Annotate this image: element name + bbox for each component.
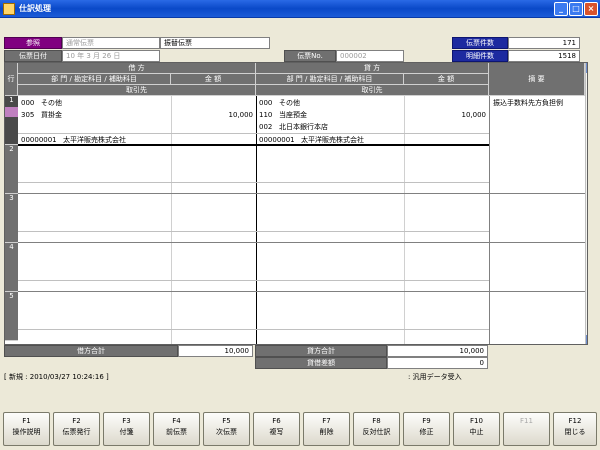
debit-total-value: 10,000 <box>178 345 253 357</box>
credit-account-name: 当座預金 <box>279 111 307 119</box>
f5-next-voucher-button[interactable]: F5 次伝票 <box>203 412 250 446</box>
debit-dept-name: その他 <box>41 99 62 107</box>
credit-amount[interactable]: 10,000 <box>406 110 487 120</box>
row3-partner-line <box>18 231 489 232</box>
app-icon <box>3 3 15 15</box>
maximize-button[interactable]: □ <box>569 2 583 16</box>
f10-cancel-button[interactable]: F10 中止 <box>453 412 500 446</box>
journal-grid: 行 借 方 部 門 / 勘定科目 / 補助科目 金 額 取引先 貸 方 部 門 … <box>4 62 588 345</box>
debit-partner-code[interactable]: 00000001 <box>21 135 57 145</box>
row4-partner-line <box>18 280 489 281</box>
credit-memo-divider <box>489 96 490 344</box>
row-separator-2 <box>18 193 585 194</box>
debit-account-name: 買掛金 <box>41 111 62 119</box>
difference-value: 0 <box>387 357 488 369</box>
credit-dept-account-header: 部 門 / 勘定科目 / 補助科目 <box>256 74 404 85</box>
credit-partner-name: 太平洋販売株式会社 <box>301 136 364 144</box>
credit-partner-header: 取引先 <box>256 85 489 96</box>
debit-header: 借 方 <box>18 63 256 74</box>
debit-partner-header: 取引先 <box>18 85 256 96</box>
credit-sub-code[interactable]: 002 <box>259 122 272 132</box>
data-import-status: : 汎用データ受入 <box>408 373 462 381</box>
f3-sticky-note-button[interactable]: F3 付箋 <box>103 412 150 446</box>
row-number-1[interactable]: 1 <box>5 96 18 145</box>
f7-delete-button[interactable]: F7 削除 <box>303 412 350 446</box>
f12-close-button[interactable]: F12 閉じる <box>553 412 597 446</box>
entry-mode-status: [ 新規 : 2010/03/27 10:24:16 ] <box>4 373 109 381</box>
debit-total-label: 借方合計 <box>4 345 178 357</box>
detail-count-label: 明細件数 <box>452 50 508 62</box>
journal-entry-window: 仕訳処理 _ □ × 参照 通常伝票 振替伝票 伝票件数 171 伝票日付 10… <box>0 0 600 450</box>
voucher-no-field[interactable]: 000002 <box>336 50 404 62</box>
credit-partner-code[interactable]: 00000001 <box>259 135 295 145</box>
voucher-type-field[interactable]: 通常伝票 <box>62 37 160 49</box>
f2-print-voucher-button[interactable]: F2 伝票発行 <box>53 412 100 446</box>
row-separator-4 <box>18 291 585 292</box>
current-row-marker <box>5 107 18 117</box>
row1-partner-line <box>18 133 489 134</box>
row-number-5[interactable]: 5 <box>5 292 18 341</box>
row-number-3[interactable]: 3 <box>5 194 18 243</box>
date-field[interactable]: 10 年 3 月 26 日 <box>62 50 160 62</box>
debit-amount[interactable]: 10,000 <box>173 110 254 120</box>
f6-copy-button[interactable]: F6 複写 <box>253 412 300 446</box>
debit-partner-name: 太平洋販売株式会社 <box>63 136 126 144</box>
row-separator-3 <box>18 242 585 243</box>
f1-help-button[interactable]: F1 操作説明 <box>3 412 50 446</box>
difference-label: 貸借差額 <box>255 357 387 369</box>
credit-dept-name: その他 <box>279 99 300 107</box>
memo-header: 摘 要 <box>489 63 585 96</box>
reference-button[interactable]: 参照 <box>4 37 62 49</box>
credit-sub-name: 北日本銀行本店 <box>279 123 328 131</box>
close-button[interactable]: × <box>584 2 598 16</box>
credit-account-code[interactable]: 110 <box>259 110 272 120</box>
debit-account-code[interactable]: 305 <box>21 110 34 120</box>
voucher-count-label: 伝票件数 <box>452 37 508 49</box>
row5-partner-line <box>18 329 489 330</box>
credit-amount-header: 金 額 <box>404 74 489 85</box>
debit-dept-account-header: 部 門 / 勘定科目 / 補助科目 <box>18 74 171 85</box>
scroll-down-icon[interactable]: ▼ <box>586 335 587 344</box>
credit-total-label: 貸方合計 <box>255 345 387 357</box>
voucher-count-value: 171 <box>508 37 580 49</box>
voucher-no-label: 伝票No. <box>284 50 336 62</box>
memo-text[interactable]: 振込手数料先方負担例 <box>493 98 563 108</box>
date-label: 伝票日付 <box>4 50 62 62</box>
row-number-4[interactable]: 4 <box>5 243 18 292</box>
row2-partner-line <box>18 182 489 183</box>
window-title: 仕訳処理 <box>19 4 51 13</box>
scroll-up-icon[interactable]: ▲ <box>586 63 587 73</box>
credit-dept-code[interactable]: 000 <box>259 98 272 108</box>
row-header: 行 <box>5 63 18 96</box>
debit-amount-header: 金 額 <box>171 74 256 85</box>
vertical-scrollbar[interactable]: ▲ ▼ <box>585 63 587 344</box>
debit-dept-code[interactable]: 000 <box>21 98 34 108</box>
title-bar: 仕訳処理 _ □ × <box>0 0 600 18</box>
row-number-2[interactable]: 2 <box>5 145 18 194</box>
f8-reverse-entry-button[interactable]: F8 反対仕訳 <box>353 412 400 446</box>
f9-edit-button[interactable]: F9 修正 <box>403 412 450 446</box>
f11-disabled-button: F11 <box>503 412 550 446</box>
credit-total-value: 10,000 <box>387 345 488 357</box>
f4-previous-voucher-button[interactable]: F4 前伝票 <box>153 412 200 446</box>
credit-header: 貸 方 <box>256 63 489 74</box>
voucher-kind-field[interactable]: 振替伝票 <box>160 37 270 49</box>
minimize-button[interactable]: _ <box>554 2 568 16</box>
detail-count-value: 1518 <box>508 50 580 62</box>
